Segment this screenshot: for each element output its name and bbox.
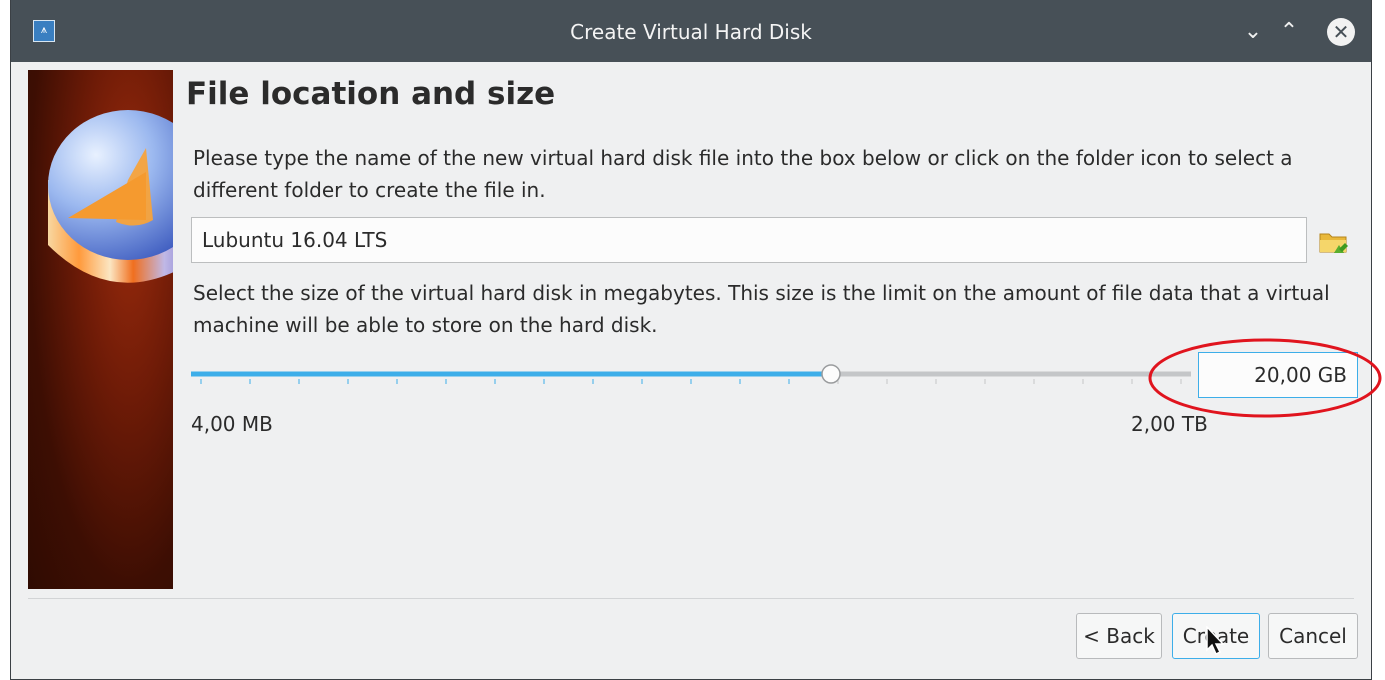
size-instructions: Select the size of the virtual hard disk… bbox=[193, 281, 1330, 337]
mouse-cursor-icon bbox=[1206, 626, 1225, 656]
folder-open-icon[interactable] bbox=[1317, 225, 1351, 259]
highlight-annotation bbox=[1148, 338, 1382, 418]
slider-handle[interactable] bbox=[821, 364, 841, 384]
button-separator bbox=[28, 598, 1354, 599]
maximize-button[interactable]: ⌃ bbox=[1275, 18, 1303, 46]
minimize-button[interactable]: ⌄ bbox=[1239, 18, 1267, 46]
wizard-banner-image bbox=[28, 70, 173, 589]
file-instructions: Please type the name of the new virtual … bbox=[193, 146, 1293, 202]
cancel-button[interactable]: Cancel bbox=[1268, 613, 1358, 659]
file-name-input[interactable]: Lubuntu 16.04 LTS bbox=[191, 217, 1307, 263]
size-slider[interactable] bbox=[191, 360, 1191, 390]
close-button[interactable]: ✕ bbox=[1327, 18, 1355, 46]
slider-min-label: 4,00 MB bbox=[191, 412, 273, 436]
window-title: Create Virtual Hard Disk bbox=[570, 20, 812, 44]
page-heading: File location and size bbox=[186, 76, 556, 112]
title-bar[interactable]: ⩚ Create Virtual Hard Disk ⌄ ⌃ ✕ bbox=[11, 0, 1371, 62]
back-button[interactable]: < Back bbox=[1076, 613, 1162, 659]
